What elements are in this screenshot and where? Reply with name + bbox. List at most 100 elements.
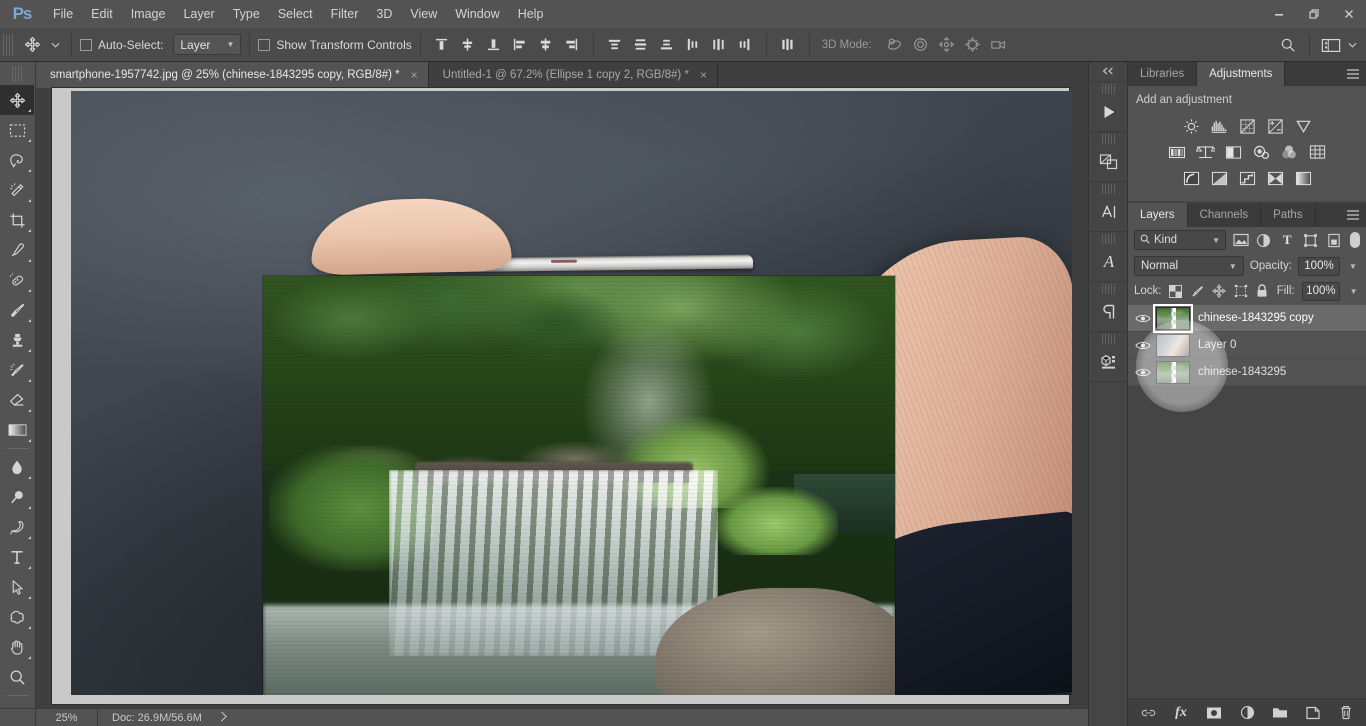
opacity-caret-icon[interactable]: ▼ <box>1346 257 1360 276</box>
collapse-panels-icon[interactable] <box>1089 62 1127 80</box>
lasso-tool[interactable] <box>0 145 34 175</box>
document-tab-smartphone[interactable]: smartphone-1957742.jpg @ 25% (chinese-18… <box>36 62 429 88</box>
distribute-horizontal-centers-button[interactable] <box>706 32 732 58</box>
status-zoom-level[interactable]: 25% <box>36 708 98 726</box>
orbit-3d-icon[interactable] <box>882 32 908 58</box>
align-left-edges-button[interactable] <box>507 32 533 58</box>
pen-tool[interactable] <box>0 512 34 542</box>
rail-item-timeline[interactable] <box>1089 84 1129 130</box>
menu-help[interactable]: Help <box>509 0 553 28</box>
eyedropper-tool[interactable] <box>0 235 34 265</box>
layer-thumbnail[interactable] <box>1156 333 1190 357</box>
menu-view[interactable]: View <box>401 0 446 28</box>
opacity-value[interactable]: 100% <box>1298 256 1340 276</box>
color-balance-icon[interactable] <box>1193 141 1217 163</box>
blur-tool[interactable] <box>0 452 34 482</box>
menu-file[interactable]: File <box>44 0 82 28</box>
curves-icon[interactable] <box>1235 115 1259 137</box>
layer-row-chinese[interactable]: chinese-1843295 <box>1128 359 1366 386</box>
distribute-right-edges-button[interactable] <box>732 32 758 58</box>
photo-filter-icon[interactable] <box>1249 141 1273 163</box>
hue-saturation-icon[interactable] <box>1165 141 1189 163</box>
fill-caret-icon[interactable]: ▼ <box>1347 282 1360 301</box>
gradient-tool[interactable] <box>0 415 34 445</box>
tab-layers[interactable]: Layers <box>1128 203 1188 227</box>
auto-select-scope-dropdown[interactable]: Layer ▼ <box>173 34 242 55</box>
auto-select-checkbox[interactable] <box>80 38 92 51</box>
roll-3d-icon[interactable] <box>908 32 934 58</box>
move-tool-icon[interactable] <box>17 32 47 58</box>
move-tool[interactable] <box>0 85 34 115</box>
black-white-icon[interactable] <box>1221 141 1245 163</box>
panel-menu-icon[interactable] <box>1346 203 1360 227</box>
rail-item-glyphs[interactable]: A <box>1089 234 1129 280</box>
menu-type[interactable]: Type <box>224 0 269 28</box>
workspace-caret-icon[interactable] <box>1344 32 1360 58</box>
history-brush-tool[interactable] <box>0 355 34 385</box>
lock-artboard-nesting-icon[interactable] <box>1233 283 1248 299</box>
tab-libraries[interactable]: Libraries <box>1128 62 1198 86</box>
brightness-contrast-icon[interactable] <box>1179 115 1203 137</box>
restore-button[interactable] <box>1296 0 1331 28</box>
layer-row-layer0[interactable]: Layer 0 <box>1128 332 1366 359</box>
align-vertical-centers-button[interactable] <box>455 32 481 58</box>
layer-visibility-toggle[interactable] <box>1130 359 1156 386</box>
layer-visibility-toggle[interactable] <box>1130 332 1156 359</box>
filter-smart-objects-icon[interactable] <box>1325 230 1342 250</box>
pan-3d-icon[interactable] <box>934 32 960 58</box>
channel-mixer-icon[interactable] <box>1277 141 1301 163</box>
new-fill-adjustment-layer-icon[interactable] <box>1237 703 1257 723</box>
tab-adjustments[interactable]: Adjustments <box>1197 62 1286 86</box>
move-tool-preset-caret[interactable] <box>47 32 63 58</box>
spot-healing-brush-tool[interactable] <box>0 265 34 295</box>
vibrance-icon[interactable] <box>1291 115 1315 137</box>
rail-item-character[interactable] <box>1089 184 1129 230</box>
chevron-right-icon[interactable] <box>220 711 228 725</box>
align-horizontal-centers-button[interactable] <box>533 32 559 58</box>
exposure-icon[interactable] <box>1263 115 1287 137</box>
dodge-tool[interactable] <box>0 482 34 512</box>
blend-mode-dropdown[interactable]: Normal ▼ <box>1134 256 1244 276</box>
fill-value[interactable]: 100% <box>1301 281 1341 301</box>
filter-enable-toggle[interactable] <box>1350 232 1360 248</box>
layer-filter-kind-dropdown[interactable]: Kind ▼ <box>1134 230 1226 250</box>
align-top-edges-button[interactable] <box>429 32 455 58</box>
threshold-icon[interactable] <box>1235 167 1259 189</box>
menu-layer[interactable]: Layer <box>174 0 223 28</box>
lock-image-pixels-icon[interactable] <box>1190 283 1205 299</box>
tab-paths[interactable]: Paths <box>1261 203 1316 227</box>
gradient-map-icon[interactable] <box>1291 167 1315 189</box>
clone-stamp-tool[interactable] <box>0 325 34 355</box>
tab-channels[interactable]: Channels <box>1187 203 1262 227</box>
link-layers-icon[interactable] <box>1138 703 1158 723</box>
document-canvas[interactable] <box>71 91 1072 695</box>
rail-item-3d[interactable] <box>1089 334 1129 380</box>
invert-icon[interactable] <box>1179 167 1203 189</box>
distribute-bottom-edges-button[interactable] <box>654 32 680 58</box>
search-icon[interactable] <box>1275 32 1301 58</box>
options-bar-grip[interactable] <box>3 33 14 56</box>
color-lookup-icon[interactable] <box>1305 141 1329 163</box>
menu-image[interactable]: Image <box>122 0 175 28</box>
close-icon[interactable]: × <box>411 69 418 81</box>
lock-transparent-pixels-icon[interactable] <box>1169 283 1184 299</box>
layer-thumbnail[interactable] <box>1156 360 1190 384</box>
zoom-tool[interactable] <box>0 662 34 692</box>
close-button[interactable] <box>1331 0 1366 28</box>
horizontal-type-tool[interactable] <box>0 542 34 572</box>
filter-pixel-layers-icon[interactable] <box>1232 230 1249 250</box>
selective-color-icon[interactable] <box>1263 167 1287 189</box>
menu-edit[interactable]: Edit <box>82 0 122 28</box>
add-layer-style-icon[interactable]: fx <box>1171 703 1191 723</box>
document-tab-untitled[interactable]: Untitled-1 @ 67.2% (Ellipse 1 copy 2, RG… <box>428 62 718 88</box>
rail-item-layer-comps[interactable] <box>1089 134 1129 180</box>
show-transform-controls-checkbox[interactable] <box>258 38 271 51</box>
hand-tool[interactable] <box>0 632 34 662</box>
lock-position-icon[interactable] <box>1212 283 1227 299</box>
align-right-edges-button[interactable] <box>559 32 585 58</box>
filter-adjustment-layers-icon[interactable] <box>1255 230 1272 250</box>
menu-window[interactable]: Window <box>446 0 508 28</box>
distribute-vertical-centers-button[interactable] <box>628 32 654 58</box>
rectangular-marquee-tool[interactable] <box>0 115 34 145</box>
slide-3d-icon[interactable] <box>960 32 986 58</box>
